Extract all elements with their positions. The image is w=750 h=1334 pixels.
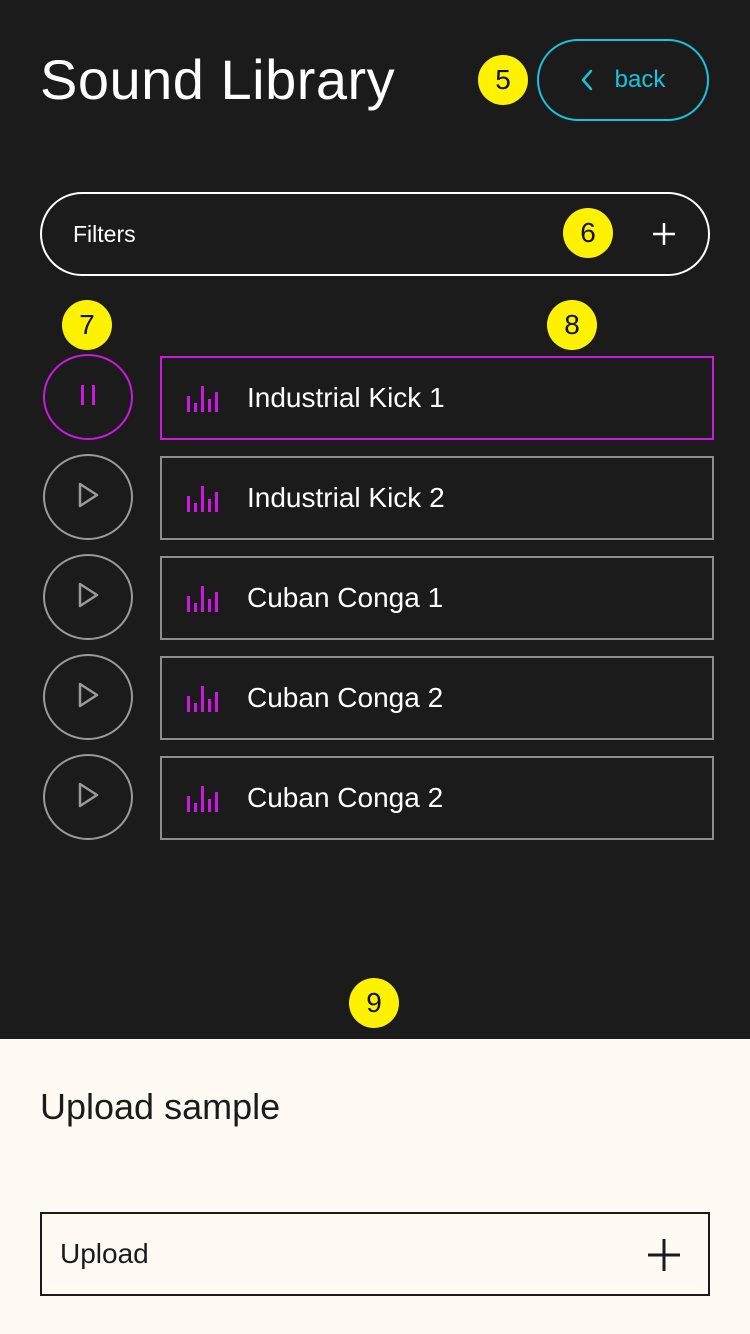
waveform-icon: [186, 582, 222, 619]
waveform-icon: [186, 782, 222, 819]
back-button-label: back: [614, 66, 666, 93]
chevron-left-icon: [581, 69, 593, 91]
waveform-icon: [186, 482, 222, 519]
upload-field[interactable]: Upload: [40, 1212, 710, 1296]
play-icon: [77, 682, 99, 713]
annotation-marker-6: 6: [563, 208, 613, 258]
upload-title: Upload sample: [40, 1086, 281, 1127]
pause-icon: [79, 383, 97, 412]
sound-row: Industrial Kick 2: [0, 454, 750, 540]
sound-item[interactable]: Cuban Conga 2: [160, 656, 714, 740]
sound-name: Cuban Conga 1: [247, 582, 444, 613]
sound-name: Cuban Conga 2: [247, 682, 444, 713]
sound-item[interactable]: Cuban Conga 2: [160, 756, 714, 840]
sound-name: Industrial Kick 2: [247, 482, 445, 513]
waveform-icon: [186, 682, 222, 719]
plus-icon[interactable]: [646, 1237, 682, 1273]
annotation-marker-9: 9: [349, 978, 399, 1028]
page-title: Sound Library: [40, 48, 396, 111]
sound-item[interactable]: Cuban Conga 1: [160, 556, 714, 640]
filters-label: Filters: [73, 221, 136, 247]
upload-label: Upload: [60, 1238, 149, 1269]
sound-row: Cuban Conga 2: [0, 754, 750, 840]
sound-row: Cuban Conga 2: [0, 654, 750, 740]
play-button[interactable]: [43, 754, 133, 840]
sound-item[interactable]: Industrial Kick 2: [160, 456, 714, 540]
back-button[interactable]: back: [537, 39, 709, 121]
sound-name: Cuban Conga 2: [247, 782, 444, 813]
annotation-marker-7: 7: [62, 300, 112, 350]
annotation-marker-8: 8: [547, 300, 597, 350]
play-button[interactable]: [43, 554, 133, 640]
play-button[interactable]: [43, 654, 133, 740]
sound-row: Industrial Kick 1: [0, 354, 750, 440]
play-icon: [77, 582, 99, 613]
play-icon: [77, 782, 99, 813]
pause-button[interactable]: [43, 354, 133, 440]
plus-icon[interactable]: [648, 218, 680, 250]
play-icon: [77, 482, 99, 513]
play-button[interactable]: [43, 454, 133, 540]
sound-item[interactable]: Industrial Kick 1: [160, 356, 714, 440]
sound-name: Industrial Kick 1: [247, 382, 445, 413]
waveform-icon: [186, 382, 222, 419]
annotation-marker-5: 5: [478, 55, 528, 105]
upload-panel: Upload sample Upload: [0, 1039, 750, 1334]
sound-row: Cuban Conga 1: [0, 554, 750, 640]
